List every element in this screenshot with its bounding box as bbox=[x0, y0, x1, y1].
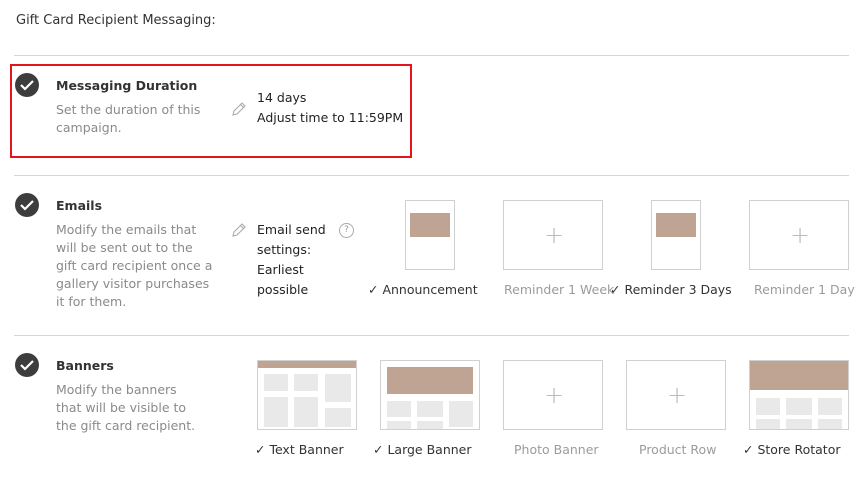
thumb-block bbox=[818, 419, 842, 429]
thumb-block bbox=[325, 374, 351, 402]
thumb-block bbox=[417, 421, 443, 429]
email-send-settings[interactable]: Email send settings: Earliest possible bbox=[257, 220, 337, 300]
banner-thumb-product-row[interactable]: + bbox=[626, 360, 726, 430]
thumb-block bbox=[264, 374, 288, 391]
thumb-block bbox=[387, 421, 411, 429]
plus-icon: + bbox=[544, 381, 565, 409]
email-thumb-announcement[interactable] bbox=[405, 200, 455, 270]
email-caption[interactable]: ✓ Reminder 3 Days bbox=[610, 282, 732, 297]
thumb-block bbox=[294, 397, 318, 427]
plus-icon: + bbox=[667, 381, 688, 409]
email-caption[interactable]: Reminder 1 Day bbox=[754, 282, 855, 297]
thumb-image bbox=[410, 213, 450, 237]
check-icon bbox=[15, 193, 39, 217]
divider bbox=[14, 175, 849, 176]
thumb-block bbox=[387, 401, 411, 417]
thumb-image bbox=[258, 361, 356, 368]
thumb-block bbox=[786, 419, 812, 429]
banners-description: Modify the banners that will be visible … bbox=[56, 382, 196, 433]
banner-caption[interactable]: ✓ Large Banner bbox=[373, 442, 472, 457]
banner-caption[interactable]: ✓ Store Rotator bbox=[743, 442, 841, 457]
email-thumb-reminder-1-day[interactable]: + bbox=[749, 200, 849, 270]
highlight-box bbox=[10, 64, 412, 158]
email-thumb-reminder-3-days[interactable] bbox=[651, 200, 701, 270]
divider bbox=[14, 55, 849, 56]
thumb-block bbox=[756, 419, 780, 429]
banner-thumb-store-rotator[interactable] bbox=[749, 360, 849, 430]
email-thumb-reminder-1-week[interactable]: + bbox=[503, 200, 603, 270]
pencil-icon[interactable] bbox=[231, 222, 247, 238]
emails-title: Emails bbox=[56, 198, 103, 213]
banners-title: Banners bbox=[56, 358, 114, 373]
thumb-block bbox=[449, 401, 473, 427]
email-caption[interactable]: ✓ Announcement bbox=[368, 282, 478, 297]
thumb-image bbox=[750, 361, 848, 390]
banner-thumb-photo-banner[interactable]: + bbox=[503, 360, 603, 430]
plus-icon: + bbox=[790, 221, 811, 249]
thumb-block bbox=[786, 398, 812, 415]
thumb-block bbox=[264, 397, 288, 427]
thumb-block bbox=[818, 398, 842, 415]
banner-thumb-text-banner[interactable] bbox=[257, 360, 357, 430]
check-icon bbox=[15, 353, 39, 377]
thumb-block bbox=[294, 374, 318, 391]
thumb-image bbox=[656, 213, 696, 237]
plus-icon: + bbox=[544, 221, 565, 249]
thumb-image bbox=[387, 367, 473, 394]
email-caption[interactable]: Reminder 1 Week bbox=[504, 282, 614, 297]
thumb-block bbox=[756, 398, 780, 415]
banner-thumb-large-banner[interactable] bbox=[380, 360, 480, 430]
emails-description: Modify the emails that will be sent out … bbox=[56, 222, 213, 309]
banner-caption[interactable]: Photo Banner bbox=[514, 442, 599, 457]
thumb-block bbox=[325, 408, 351, 427]
divider bbox=[14, 335, 849, 336]
help-icon[interactable]: ? bbox=[339, 223, 354, 238]
banner-caption[interactable]: Product Row bbox=[639, 442, 716, 457]
banner-caption[interactable]: ✓ Text Banner bbox=[255, 442, 344, 457]
page-heading: Gift Card Recipient Messaging: bbox=[16, 13, 216, 28]
thumb-block bbox=[417, 401, 443, 417]
